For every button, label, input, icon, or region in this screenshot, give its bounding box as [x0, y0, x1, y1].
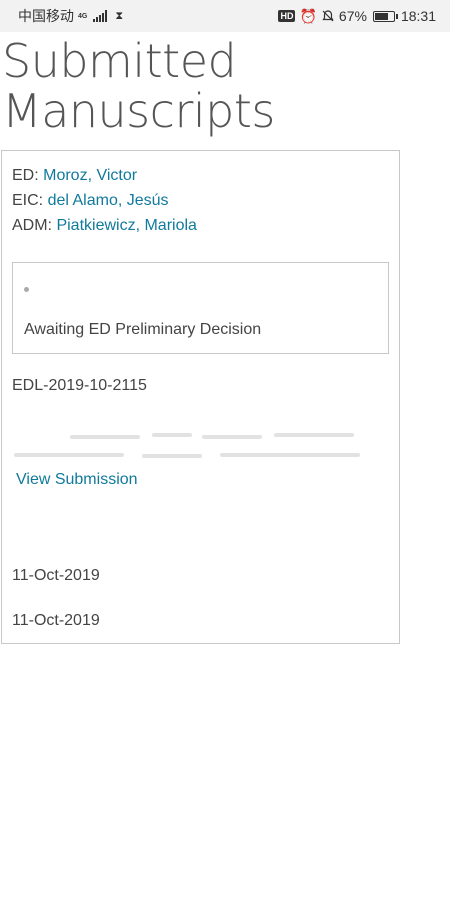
editor-row-adm: ADM: Piatkiewicz, Mariola [12, 213, 197, 238]
bullet-icon [24, 287, 29, 292]
signal-icon [93, 10, 108, 22]
battery-icon [372, 10, 398, 22]
submitted-date: 11-Oct-2019 [12, 567, 100, 584]
carrier-name: 中国移动 [18, 8, 74, 24]
editor-name-link[interactable]: del Alamo, Jesús [48, 192, 169, 209]
page-title: Submitted Manuscripts [2, 34, 275, 138]
editor-list: ED: Moroz, Victor EIC: del Alamo, Jesús … [12, 163, 197, 238]
editor-name-link[interactable]: Piatkiewicz, Mariola [56, 217, 196, 234]
network-type: 4G [78, 12, 88, 20]
editor-role: EIC: [12, 192, 44, 209]
mute-bell-icon [322, 10, 334, 22]
manuscript-card: ED: Moroz, Victor EIC: del Alamo, Jesús … [1, 150, 400, 644]
editor-row-ed: ED: Moroz, Victor [12, 163, 197, 188]
editor-row-eic: EIC: del Alamo, Jesús [12, 188, 197, 213]
status-box: Awaiting ED Preliminary Decision [12, 262, 389, 354]
status-bar: 中国移动 4G ⧗ HD ⏰ 67% 18:31 [0, 0, 450, 32]
clock: 18:31 [400, 8, 436, 24]
view-submission-link[interactable]: View Submission [16, 471, 138, 489]
status-right: HD ⏰ 67% 18:31 [278, 8, 436, 25]
status-left: 中国移动 4G ⧗ [18, 6, 123, 26]
manuscript-id: EDL-2019-10-2115 [12, 377, 147, 394]
hd-icon: HD [278, 10, 296, 22]
battery-percent: 67% [338, 8, 367, 24]
hourglass-icon: ⧗ [115, 9, 124, 22]
manuscript-status: Awaiting ED Preliminary Decision [24, 321, 262, 338]
redacted-manuscript-title [12, 419, 362, 463]
editor-role: ED: [12, 167, 39, 184]
alarm-icon: ⏰ [299, 7, 317, 24]
editor-name-link[interactable]: Moroz, Victor [43, 167, 137, 184]
updated-date: 11-Oct-2019 [12, 612, 100, 629]
editor-role: ADM: [12, 217, 52, 234]
